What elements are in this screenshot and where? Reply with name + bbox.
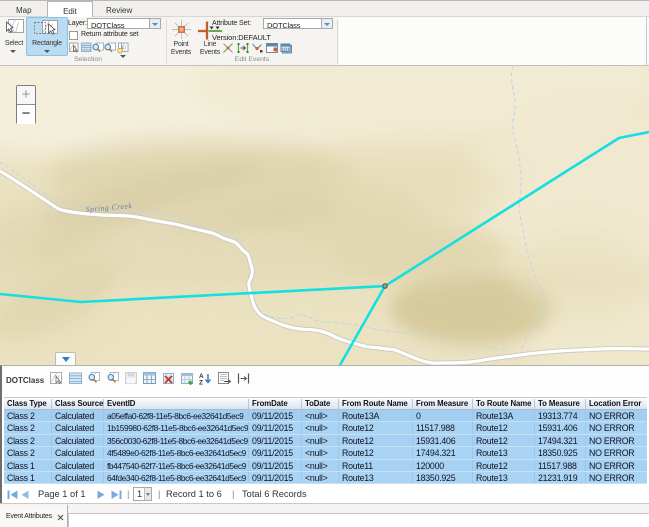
- svg-text:Z: Z: [199, 380, 203, 387]
